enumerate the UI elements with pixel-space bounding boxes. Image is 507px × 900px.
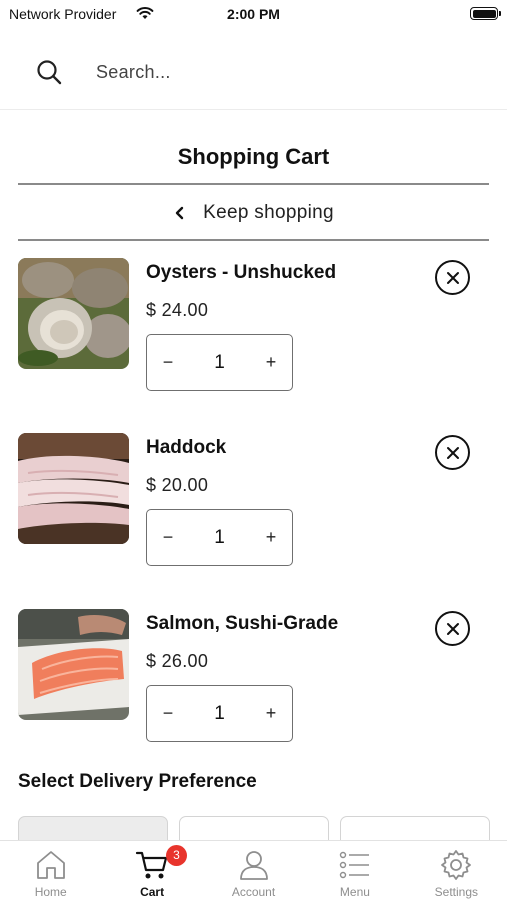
status-time: 2:00 PM	[227, 6, 280, 22]
battery-icon	[470, 7, 501, 20]
tab-label: Cart	[140, 885, 165, 899]
haddock-photo	[18, 433, 129, 544]
remove-item-button[interactable]	[435, 260, 470, 295]
tab-label: Home	[34, 885, 67, 899]
item-name: Oysters - Unshucked	[146, 262, 337, 283]
tab-account[interactable]: Account	[203, 841, 304, 900]
close-icon	[446, 446, 459, 459]
salmon-photo	[18, 609, 129, 720]
quantity-value[interactable]: 1	[189, 527, 250, 549]
cart-item: Oysters - Unshucked $ 24.00 − 1 +	[0, 258, 507, 398]
quantity-value[interactable]: 1	[189, 352, 250, 374]
tab-label: Settings	[434, 885, 478, 899]
item-name: Haddock	[146, 437, 227, 458]
status-bar: Network Provider 2:00 PM	[0, 0, 507, 30]
quantity-stepper: − 1 +	[146, 509, 293, 566]
cart-icon	[136, 851, 168, 879]
decrement-button[interactable]: −	[147, 686, 189, 741]
increment-button[interactable]: +	[250, 335, 292, 390]
item-name: Salmon, Sushi-Grade	[146, 613, 339, 634]
gear-icon	[441, 850, 472, 880]
search-icon[interactable]	[35, 58, 63, 86]
decrement-button[interactable]: −	[147, 335, 189, 390]
home-icon	[36, 851, 65, 879]
delivery-section-title: Select Delivery Preference	[18, 771, 257, 792]
keep-shopping-label: Keep shopping	[203, 202, 334, 223]
search-input[interactable]	[96, 58, 476, 86]
tab-menu[interactable]: Menu	[304, 841, 405, 900]
increment-button[interactable]: +	[250, 510, 292, 565]
keep-shopping-link[interactable]: Keep shopping	[0, 196, 507, 230]
tab-bar: Home Cart Account Menu Settings 3	[0, 840, 507, 900]
page-title: Shopping Cart	[177, 144, 330, 169]
item-price: $ 20.00	[146, 475, 209, 495]
remove-item-button[interactable]	[435, 611, 470, 646]
close-icon	[446, 622, 459, 635]
increment-button[interactable]: +	[250, 686, 292, 741]
quantity-value[interactable]: 1	[189, 703, 250, 725]
remove-item-button[interactable]	[435, 435, 470, 470]
oysters-photo	[18, 258, 129, 369]
account-icon	[239, 851, 268, 880]
close-icon	[446, 271, 459, 284]
cart-count-badge: 3	[166, 845, 187, 866]
chevron-left-icon	[175, 206, 184, 220]
tab-label: Account	[231, 885, 276, 899]
quantity-stepper: − 1 +	[146, 334, 293, 391]
quantity-stepper: − 1 +	[146, 685, 293, 742]
item-price: $ 26.00	[146, 651, 209, 671]
tab-label: Menu	[339, 885, 370, 899]
decrement-button[interactable]: −	[147, 510, 189, 565]
search-bar	[0, 38, 507, 110]
divider	[18, 239, 489, 241]
tab-settings[interactable]: Settings	[406, 841, 507, 900]
divider	[18, 183, 489, 185]
menu-list-icon	[339, 851, 369, 879]
tab-home[interactable]: Home	[0, 841, 101, 900]
cart-item: Haddock $ 20.00 − 1 +	[0, 433, 507, 573]
cart-item: Salmon, Sushi-Grade $ 26.00 − 1 +	[0, 609, 507, 749]
item-price: $ 24.00	[146, 300, 209, 320]
tab-cart[interactable]: Cart	[101, 841, 202, 900]
